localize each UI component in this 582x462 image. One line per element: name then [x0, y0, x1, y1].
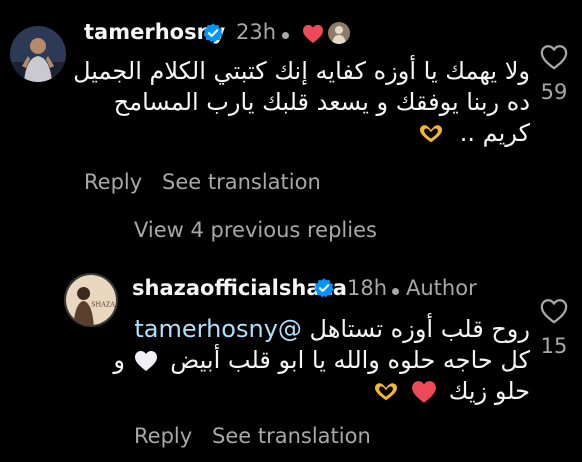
comment2-line-2-text: كل حاجه حلوه والله يا ابو قلب أبيض: [170, 346, 530, 374]
mention-tamerhosny-link[interactable]: @tamerhosny: [134, 315, 302, 343]
comment1-like-count: 59: [540, 80, 568, 104]
comment1-reply-button[interactable]: Reply: [84, 170, 142, 194]
comment1-timestamp: 23h: [236, 20, 277, 44]
comment1-line-3-text: كريم ..: [459, 119, 530, 147]
shazaofficialshaza-avatar[interactable]: SHAZA: [64, 273, 118, 327]
comment1-line-1: ولا يهمك يا أوزه كفايه إنك كتبتي الكلام …: [73, 57, 530, 85]
comment2-see-translation-button[interactable]: See translation: [212, 424, 371, 448]
separator-dot: [282, 32, 289, 39]
verified-badge-icon: [203, 23, 223, 43]
like-heart-outline-icon[interactable]: [539, 43, 569, 71]
comment2-like-count: 15: [540, 334, 568, 358]
comment1-line-2: ده ربنا يوفقك و يسعد قلبك يارب المسامح: [113, 88, 530, 116]
white-heart-icon: [134, 351, 157, 371]
comment1-text: ولا يهمك يا أوزه كفايه إنك كتبتي الكلام …: [70, 56, 530, 149]
comment2-line-1: روح قلب أوزه تستاهل @tamerhosny: [130, 314, 530, 345]
avatar-logo-text: SHAZA: [91, 300, 115, 308]
comment2-line-3-text: حلو زيك: [448, 377, 530, 405]
tamerhosny-avatar[interactable]: [10, 26, 66, 82]
author-badge: Author: [406, 276, 477, 300]
comment2-text: روح قلب أوزه تستاهل @tamerhosny كل حاجه …: [113, 314, 530, 407]
comment2-timestamp: 18h: [347, 276, 388, 300]
comment1-line-3: كريم ..: [70, 118, 530, 149]
separator-dot: [392, 288, 399, 295]
comment1-see-translation-button[interactable]: See translation: [162, 170, 321, 194]
heart-hands-icon: [420, 125, 443, 143]
view-previous-replies-button[interactable]: View 4 previous replies: [134, 218, 377, 242]
like-heart-outline-icon[interactable]: [539, 297, 569, 325]
comment2-line-1-text: روح قلب أوزه تستاهل: [309, 315, 530, 343]
comment2-line-2-suffix: و: [113, 346, 125, 374]
comment2-line-2: كل حاجه حلوه والله يا ابو قلب أبيض و: [113, 345, 530, 376]
heart-hands-icon: [375, 383, 398, 401]
comment2-line-3: حلو زيك: [130, 376, 530, 407]
red-heart-icon: [303, 24, 323, 44]
verified-badge-icon: [314, 278, 334, 298]
comment2-reply-button[interactable]: Reply: [134, 424, 192, 448]
red-heart-icon: [412, 381, 436, 403]
liker-avatar: [328, 22, 350, 44]
